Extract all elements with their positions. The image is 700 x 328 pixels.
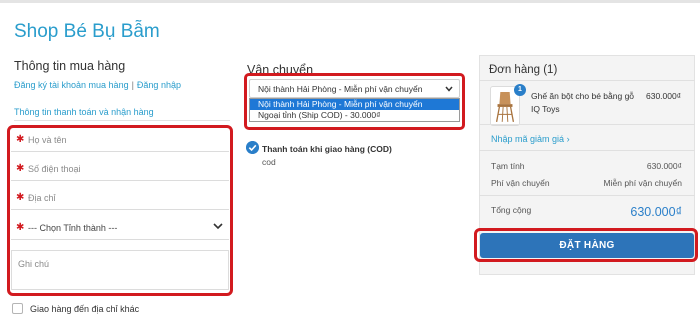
account-links: Đăng ký tài khoản mua hàng | Đăng nhập	[14, 80, 181, 90]
required-marker: ✱	[16, 222, 25, 233]
shipping-fee-label: Phí vận chuyển	[491, 178, 550, 188]
buyer-heading: Thông tin mua hàng	[14, 59, 126, 73]
link-separator: |	[131, 80, 134, 90]
place-order-button[interactable]: ĐẶT HÀNG	[480, 233, 694, 258]
phone-placeholder: Số điện thoại	[28, 164, 81, 174]
login-link[interactable]: Đăng nhập	[137, 80, 181, 90]
ship-other-address-option[interactable]: Giao hàng đến địa chỉ khác	[12, 303, 139, 314]
order-divider	[479, 80, 695, 81]
subtotal-label: Tạm tính	[491, 161, 525, 171]
order-divider	[479, 124, 695, 125]
name-field[interactable]: ✱ Họ và tên	[11, 127, 229, 152]
product-quantity-badge: 1	[514, 84, 526, 96]
note-placeholder: Ghi chú	[18, 259, 50, 269]
province-select[interactable]: ✱ --- Chọn Tỉnh thành ---	[11, 215, 229, 240]
coupon-link-label: Nhập mã giảm giá	[491, 134, 565, 144]
name-placeholder: Họ và tên	[28, 135, 67, 145]
required-marker: ✱	[16, 134, 25, 145]
required-marker: ✱	[16, 192, 25, 203]
address-placeholder: Địa chỉ	[28, 193, 56, 203]
top-border	[0, 0, 700, 3]
required-marker: ✱	[16, 163, 25, 174]
phone-field[interactable]: ✱ Số điện thoại	[11, 156, 229, 181]
payment-method-label: Thanh toán khi giao hàng (COD)	[262, 144, 392, 154]
total-label: Tổng cộng	[491, 205, 532, 215]
order-divider	[479, 195, 695, 196]
shipping-select[interactable]: Nội thành Hải Phòng - Miễn phí vận chuyể…	[249, 79, 460, 98]
shipping-selected-value: Nội thành Hải Phòng - Miễn phí vận chuyể…	[258, 84, 423, 94]
shop-title[interactable]: Shop Bé Bụ Bẫm	[14, 21, 160, 43]
section-divider	[14, 120, 230, 121]
chevron-down-icon	[445, 86, 453, 92]
order-title: Đơn hàng (1)	[489, 64, 558, 76]
subtotal-value: 630.000₫	[646, 161, 682, 171]
payment-method-sub: cod	[262, 157, 276, 167]
shipping-option-cod[interactable]: Ngoại tỉnh (Ship COD) - 30.000₫	[250, 110, 459, 121]
order-divider	[479, 150, 695, 151]
chevron-right-icon: ›	[566, 134, 570, 144]
shipping-dropdown-list: Nội thành Hải Phòng - Miễn phí vận chuyể…	[249, 98, 460, 122]
checkbox-icon[interactable]	[12, 303, 23, 314]
shipping-option-inner-city[interactable]: Nội thành Hải Phòng - Miễn phí vận chuyể…	[250, 99, 459, 110]
chevron-down-icon	[213, 223, 223, 230]
total-value: 630.000₫	[630, 205, 682, 219]
check-circle-icon	[246, 141, 259, 154]
province-selected-value: --- Chọn Tỉnh thành ---	[28, 223, 118, 233]
payment-info-link[interactable]: Thông tin thanh toán và nhận hàng	[14, 107, 154, 117]
coupon-link[interactable]: Nhập mã giảm giá ›	[491, 134, 570, 144]
ship-other-label: Giao hàng đến địa chỉ khác	[30, 304, 140, 314]
shipping-fee-value: Miễn phí vận chuyển	[603, 178, 682, 188]
product-price: 630.000₫	[646, 91, 682, 101]
register-link[interactable]: Đăng ký tài khoản mua hàng	[14, 80, 129, 90]
note-textarea[interactable]: Ghi chú	[11, 250, 229, 290]
address-field[interactable]: ✱ Địa chỉ	[11, 185, 229, 210]
product-name: Ghế ăn bột cho bé bằng gỗ IQ Toys	[531, 91, 635, 114]
